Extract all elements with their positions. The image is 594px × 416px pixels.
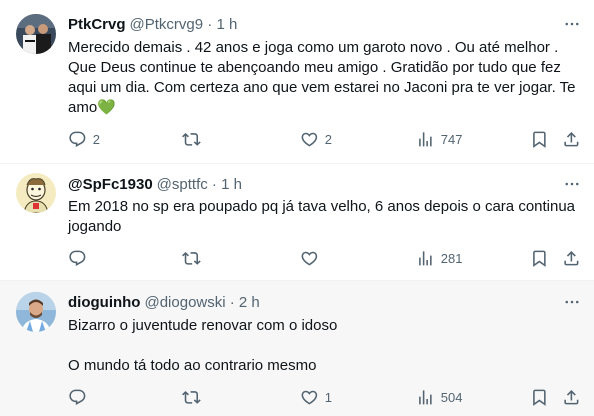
avatar[interactable] [16,173,56,213]
heart-icon [301,390,318,405]
like-button[interactable]: 1 [300,387,332,407]
heart-icon [301,132,318,147]
tweet-text: Em 2018 no sp era poupado pq já tava vel… [68,198,580,235]
tweet-actions: 2 2 747 [68,129,582,149]
display-name[interactable]: dioguinho [68,294,140,311]
avatar[interactable] [16,14,56,54]
bookmark-icon [533,389,546,406]
handle-and-time[interactable]: @spttfc · 1 h [157,176,242,193]
repost-icon [182,132,201,146]
reply-icon [69,131,86,147]
bookmark-icon [533,250,546,267]
tweet-actions: 1 504 [68,387,582,407]
more-dots-icon[interactable] [562,174,582,194]
reply-icon [69,389,86,405]
views-count: 281 [440,250,463,266]
views-chart-icon [419,389,432,405]
share-button[interactable] [562,129,581,149]
avatar-image [16,292,56,332]
tweet[interactable]: PtkCrvg @Ptkcrvg9 · 1 h Merecido demais … [0,0,594,164]
reply-icon [69,250,86,266]
share-button[interactable] [562,387,581,407]
bookmark-button[interactable] [530,248,549,268]
repost-icon [182,251,201,265]
handle-and-time[interactable]: @Ptkcrvg9 · 1 h [130,16,238,33]
reply-button[interactable]: 2 [68,129,100,149]
reply-button[interactable] [68,387,93,407]
tweet-actions: 281 [68,248,582,268]
repost-icon [182,390,201,404]
views-button[interactable]: 504 [416,387,462,407]
tweet[interactable]: @SpFc1930 @spttfc · 1 h Em 2018 no sp er… [0,164,594,281]
more-dots-icon[interactable] [562,14,582,34]
avatar-image [16,173,56,213]
share-icon [564,131,579,147]
display-name[interactable]: PtkCrvg [68,16,126,33]
tweet[interactable]: dioguinho @diogowski · 2 h Bizarro o juv… [0,281,594,416]
views-chart-icon [419,131,432,147]
views-chart-icon [419,250,432,266]
views-count: 747 [440,131,463,147]
tweet-text: Bizarro o juventude renovar com o idoso … [68,317,338,374]
bookmark-button[interactable] [530,129,549,149]
like-count: 2 [324,131,332,147]
more-dots-icon[interactable] [562,292,582,312]
share-icon [564,250,579,266]
views-count: 504 [440,389,463,405]
repost-button[interactable] [182,129,207,149]
tweet-text: Merecido demais . 42 anos e joga como um… [68,39,580,116]
reply-button[interactable] [68,248,93,268]
like-count: 1 [324,389,332,405]
avatar[interactable] [16,292,56,332]
avatar-image [16,14,56,54]
bookmark-button[interactable] [530,387,549,407]
tweet-header: PtkCrvg @Ptkcrvg9 · 1 h [68,14,237,34]
bookmark-icon [533,131,546,148]
display-name[interactable]: @SpFc1930 [68,176,153,193]
heart-icon [301,251,318,266]
reply-count: 2 [92,131,100,147]
tweet-header: dioguinho @diogowski · 2 h [68,292,260,312]
tweet-header: @SpFc1930 @spttfc · 1 h [68,174,242,194]
repost-button[interactable] [182,387,207,407]
views-button[interactable]: 747 [416,129,462,149]
handle-and-time[interactable]: @diogowski · 2 h [144,294,259,311]
share-icon [564,389,579,405]
repost-button[interactable] [182,248,207,268]
like-button[interactable]: 2 [300,129,332,149]
like-button[interactable] [300,248,325,268]
views-button[interactable]: 281 [416,248,462,268]
share-button[interactable] [562,248,581,268]
